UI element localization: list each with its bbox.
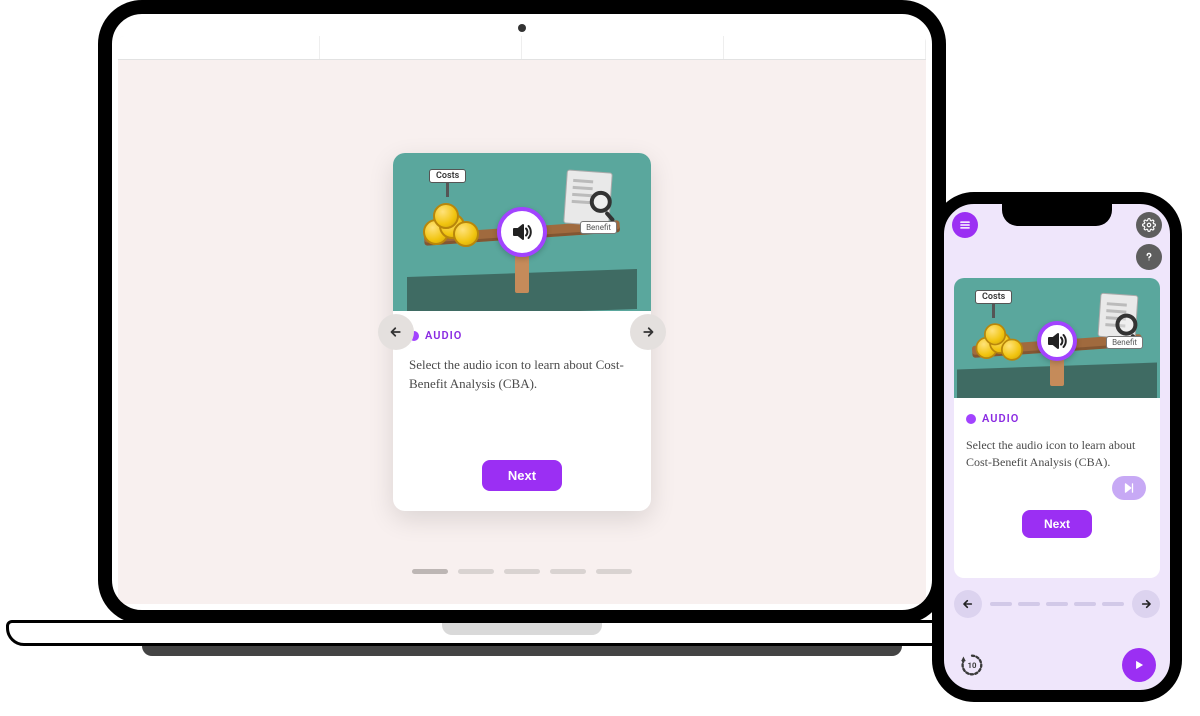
rewind-10-button[interactable]: 10 xyxy=(958,651,986,679)
arrow-left-icon xyxy=(387,323,405,341)
audio-play-button[interactable] xyxy=(497,207,547,257)
laptop-main-area: Costs Benefit xyxy=(118,60,926,604)
phone-device-frame: Costs Benefit xyxy=(932,192,1182,702)
question-icon xyxy=(1142,250,1156,264)
laptop-base xyxy=(6,620,1038,680)
carousel-prev-button[interactable] xyxy=(378,314,414,350)
carousel-segment[interactable] xyxy=(1018,602,1040,606)
media-type-label: AUDIO xyxy=(982,412,1019,425)
carousel-segment[interactable] xyxy=(458,569,494,574)
card-body: AUDIO Select the audio icon to learn abo… xyxy=(393,311,651,511)
costs-sign: Costs xyxy=(429,169,466,197)
help-button[interactable] xyxy=(1136,244,1162,270)
menu-button[interactable] xyxy=(952,212,978,238)
card-hero-illustration: Costs Benefit xyxy=(393,153,651,311)
svg-text:10: 10 xyxy=(968,661,977,670)
laptop-trackpad-notch xyxy=(442,623,602,635)
next-button[interactable]: Next xyxy=(1022,510,1092,538)
next-button[interactable]: Next xyxy=(482,460,562,491)
speaker-icon xyxy=(510,220,534,244)
lesson-card: Costs Benefit xyxy=(393,153,651,511)
laptop-screen: Costs Benefit xyxy=(118,36,926,604)
arrow-left-icon xyxy=(960,596,976,612)
carousel-indicator xyxy=(990,602,1124,606)
document-icon xyxy=(563,170,613,227)
carousel-next-button[interactable] xyxy=(630,314,666,350)
phone-screen: Costs Benefit xyxy=(944,204,1170,690)
media-type-tag: AUDIO xyxy=(409,329,635,342)
carousel-segment[interactable] xyxy=(1074,602,1096,606)
skip-forward-button[interactable] xyxy=(1112,476,1146,500)
media-type-tag: AUDIO xyxy=(966,412,1148,425)
benefit-sign-label: Benefit xyxy=(1106,336,1143,349)
coins-icon xyxy=(976,323,1027,360)
carousel-indicator xyxy=(412,569,632,574)
skip-forward-icon xyxy=(1122,481,1136,495)
play-button[interactable] xyxy=(1122,648,1156,682)
carousel-segment[interactable] xyxy=(990,602,1012,606)
gear-icon xyxy=(1142,218,1156,232)
arrow-right-icon xyxy=(639,323,657,341)
costs-sign-label: Costs xyxy=(429,169,466,183)
scale-illustration: Costs Benefit xyxy=(407,165,637,305)
media-type-label: AUDIO xyxy=(425,329,462,342)
benefit-sign-label: Benefit xyxy=(580,221,617,234)
lesson-card: Costs Benefit xyxy=(954,278,1160,578)
hamburger-icon xyxy=(958,218,972,232)
laptop-bezel: Costs Benefit xyxy=(98,0,946,624)
document-icon xyxy=(1098,293,1139,340)
settings-button[interactable] xyxy=(1136,212,1162,238)
carousel-segment[interactable] xyxy=(412,569,448,574)
laptop-topbar xyxy=(118,36,926,60)
card-instructions: Select the audio icon to learn about Cos… xyxy=(409,356,635,394)
carousel-segment[interactable] xyxy=(550,569,586,574)
carousel-segment[interactable] xyxy=(1102,602,1124,606)
laptop-camera-icon xyxy=(518,24,526,32)
play-icon xyxy=(1132,658,1146,672)
scale-illustration: Costs Benefit xyxy=(957,288,1157,398)
costs-sign: Costs xyxy=(975,290,1012,318)
card-hero-illustration: Costs Benefit xyxy=(954,278,1160,398)
speaker-icon xyxy=(1045,329,1069,353)
phone-notch xyxy=(1002,204,1112,226)
magnifier-icon xyxy=(589,190,612,213)
carousel-segment[interactable] xyxy=(1046,602,1068,606)
rewind-icon: 10 xyxy=(958,651,986,679)
audio-play-button[interactable] xyxy=(1037,321,1077,361)
magnifier-icon xyxy=(1115,313,1138,336)
laptop-device-frame: Costs Benefit xyxy=(6,0,1038,680)
card-instructions: Select the audio icon to learn about Cos… xyxy=(966,437,1148,472)
phone-bottom-controls: 10 xyxy=(944,648,1170,682)
carousel-segment[interactable] xyxy=(504,569,540,574)
costs-sign-label: Costs xyxy=(975,290,1012,304)
coins-icon xyxy=(423,203,483,247)
tag-dot-icon xyxy=(966,414,976,424)
arrow-right-icon xyxy=(1138,596,1154,612)
carousel-segment[interactable] xyxy=(596,569,632,574)
carousel-next-button[interactable] xyxy=(1132,590,1160,618)
carousel-controls xyxy=(954,590,1160,618)
carousel-prev-button[interactable] xyxy=(954,590,982,618)
